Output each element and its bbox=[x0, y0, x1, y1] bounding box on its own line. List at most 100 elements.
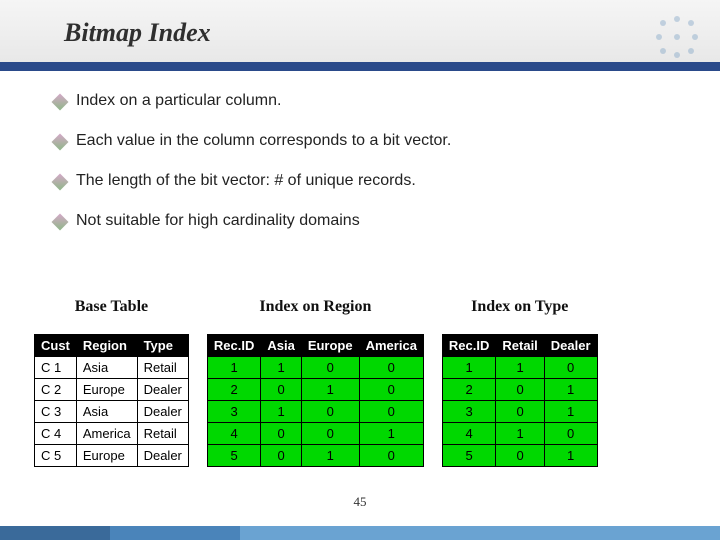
cell: 1 bbox=[301, 445, 359, 467]
cell: 0 bbox=[359, 357, 423, 379]
base-table-block: Base Table Cust Region Type C 1AsiaRetai… bbox=[34, 298, 189, 467]
table-row: 2010 bbox=[207, 379, 423, 401]
cell: 1 bbox=[301, 379, 359, 401]
cell: 5 bbox=[442, 445, 495, 467]
bullet-text: The length of the bit vector: # of uniqu… bbox=[76, 172, 416, 190]
cell: 0 bbox=[544, 423, 597, 445]
cell: 1 bbox=[544, 401, 597, 423]
diamond-icon bbox=[52, 214, 69, 231]
content-area: Index on a particular column. Each value… bbox=[54, 92, 680, 252]
table-row: 5010 bbox=[207, 445, 423, 467]
cell: Europe bbox=[76, 379, 137, 401]
cell: 3 bbox=[207, 401, 260, 423]
col-header: Asia bbox=[261, 335, 301, 357]
diamond-icon bbox=[52, 174, 69, 191]
cell: America bbox=[76, 423, 137, 445]
col-header: America bbox=[359, 335, 423, 357]
cell: Asia bbox=[76, 401, 137, 423]
table-row: 3100 bbox=[207, 401, 423, 423]
cell: 0 bbox=[261, 379, 301, 401]
tables-row: Base Table Cust Region Type C 1AsiaRetai… bbox=[34, 298, 700, 467]
table-row: 201 bbox=[442, 379, 597, 401]
table-caption: Base Table bbox=[75, 298, 148, 316]
cell: 3 bbox=[442, 401, 495, 423]
cell: 1 bbox=[496, 423, 544, 445]
region-index-block: Index on Region Rec.ID Asia Europe Ameri… bbox=[207, 298, 424, 467]
base-table: Cust Region Type C 1AsiaRetailC 2EuropeD… bbox=[34, 334, 189, 467]
cell: 0 bbox=[261, 423, 301, 445]
type-index-block: Index on Type Rec.ID Retail Dealer 11020… bbox=[442, 298, 598, 467]
bullet-text: Each value in the column corresponds to … bbox=[76, 132, 451, 150]
table-row: 110 bbox=[442, 357, 597, 379]
cell: 1 bbox=[544, 445, 597, 467]
cell: 1 bbox=[496, 357, 544, 379]
cell: C 1 bbox=[35, 357, 77, 379]
table-row: 410 bbox=[442, 423, 597, 445]
type-index-table: Rec.ID Retail Dealer 110201301410501 bbox=[442, 334, 598, 467]
cell: 5 bbox=[207, 445, 260, 467]
cell: 0 bbox=[301, 357, 359, 379]
cell: 0 bbox=[301, 401, 359, 423]
bullet-text: Index on a particular column. bbox=[76, 92, 281, 110]
table-caption: Index on Region bbox=[259, 298, 371, 316]
cell: 0 bbox=[261, 445, 301, 467]
cell: C 2 bbox=[35, 379, 77, 401]
footer-stripe bbox=[0, 526, 720, 540]
col-header: Rec.ID bbox=[442, 335, 495, 357]
cell: 1 bbox=[261, 401, 301, 423]
col-header: Dealer bbox=[544, 335, 597, 357]
cell: 1 bbox=[359, 423, 423, 445]
cell: Europe bbox=[76, 445, 137, 467]
cell: 0 bbox=[359, 379, 423, 401]
table-caption: Index on Type bbox=[471, 298, 568, 316]
bullet-text: Not suitable for high cardinality domain… bbox=[76, 212, 360, 230]
cell: Dealer bbox=[137, 445, 188, 467]
table-row: C 1AsiaRetail bbox=[35, 357, 189, 379]
bullet-item: Not suitable for high cardinality domain… bbox=[54, 212, 680, 230]
col-header: Europe bbox=[301, 335, 359, 357]
slide-number: 45 bbox=[0, 494, 720, 510]
diamond-icon bbox=[52, 94, 69, 111]
cell: 2 bbox=[207, 379, 260, 401]
cell: C 4 bbox=[35, 423, 77, 445]
cell: Dealer bbox=[137, 401, 188, 423]
cell: 0 bbox=[496, 401, 544, 423]
cell: 4 bbox=[442, 423, 495, 445]
table-row: 301 bbox=[442, 401, 597, 423]
cell: 1 bbox=[207, 357, 260, 379]
bullet-item: Index on a particular column. bbox=[54, 92, 680, 110]
slide-title: Bitmap Index bbox=[64, 18, 211, 48]
table-row: 1100 bbox=[207, 357, 423, 379]
diamond-icon bbox=[52, 134, 69, 151]
cell: 0 bbox=[544, 357, 597, 379]
cell: 1 bbox=[261, 357, 301, 379]
cell: 1 bbox=[442, 357, 495, 379]
bullet-item: The length of the bit vector: # of uniqu… bbox=[54, 172, 680, 190]
table-row: 4001 bbox=[207, 423, 423, 445]
region-index-table: Rec.ID Asia Europe America 1100201031004… bbox=[207, 334, 424, 467]
col-header: Cust bbox=[35, 335, 77, 357]
table-row: C 5EuropeDealer bbox=[35, 445, 189, 467]
cell: 4 bbox=[207, 423, 260, 445]
cell: 1 bbox=[544, 379, 597, 401]
table-row: C 3AsiaDealer bbox=[35, 401, 189, 423]
corner-decoration bbox=[650, 10, 706, 66]
cell: 0 bbox=[301, 423, 359, 445]
table-row: 501 bbox=[442, 445, 597, 467]
cell: 0 bbox=[359, 445, 423, 467]
cell: Dealer bbox=[137, 379, 188, 401]
col-header: Type bbox=[137, 335, 188, 357]
cell: 0 bbox=[359, 401, 423, 423]
cell: 2 bbox=[442, 379, 495, 401]
col-header: Retail bbox=[496, 335, 544, 357]
cell: C 5 bbox=[35, 445, 77, 467]
cell: 0 bbox=[496, 445, 544, 467]
bullet-item: Each value in the column corresponds to … bbox=[54, 132, 680, 150]
cell: Retail bbox=[137, 357, 188, 379]
col-header: Rec.ID bbox=[207, 335, 260, 357]
table-row: C 4AmericaRetail bbox=[35, 423, 189, 445]
cell: 0 bbox=[496, 379, 544, 401]
cell: Retail bbox=[137, 423, 188, 445]
cell: C 3 bbox=[35, 401, 77, 423]
col-header: Region bbox=[76, 335, 137, 357]
